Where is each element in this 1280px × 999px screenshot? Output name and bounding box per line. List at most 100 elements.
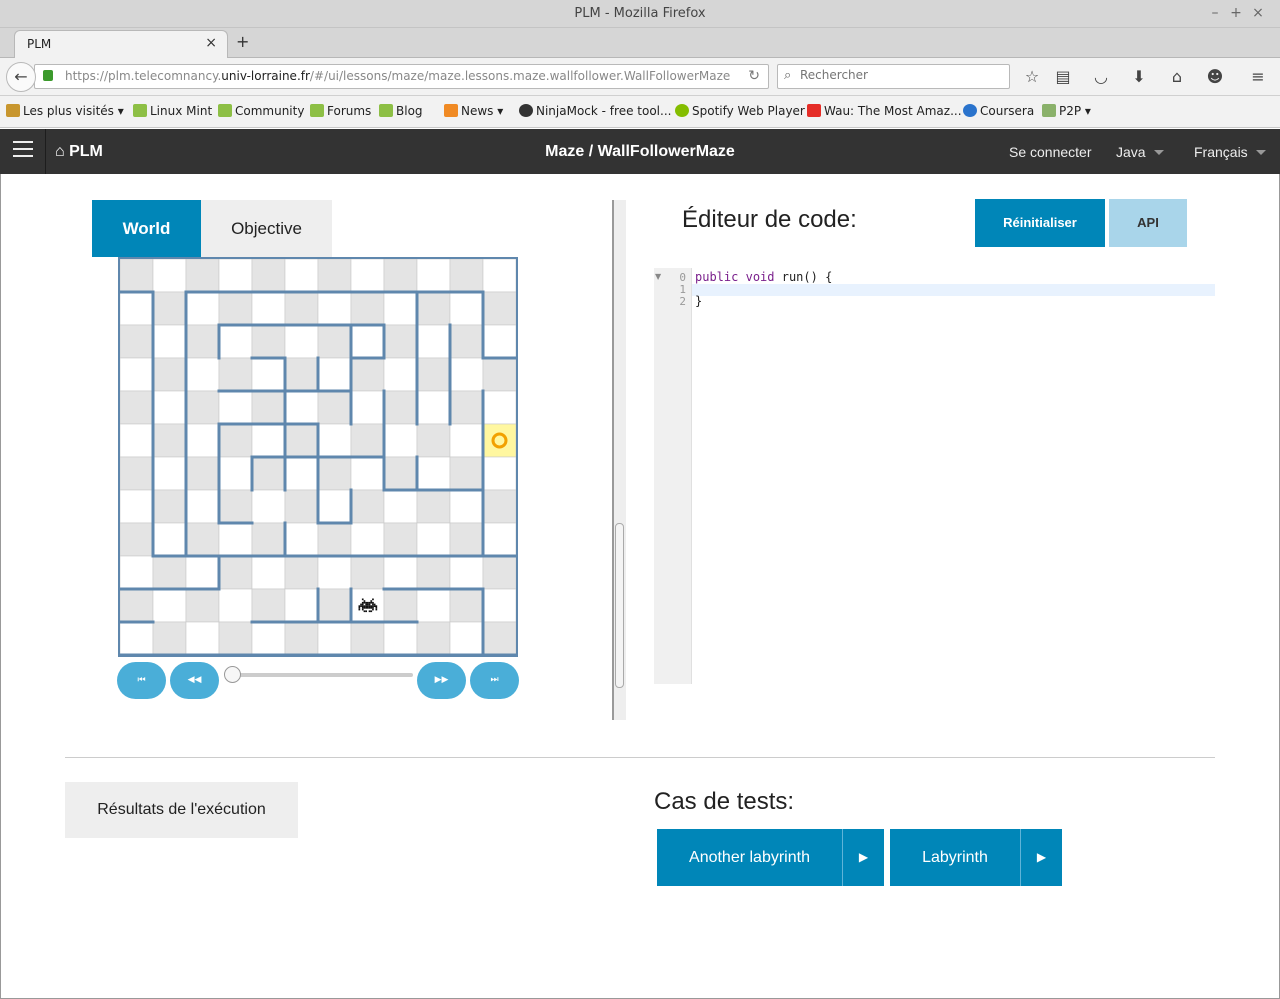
home-icon[interactable]: ⌂ [1166,66,1188,88]
locale-dropdown[interactable]: Français [1194,144,1266,160]
bookmark-item[interactable]: Blog [379,104,423,118]
buggle-pixel [370,600,373,602]
url-bar[interactable]: https://plm.telecomnancy.univ-lorraine.f… [34,64,769,89]
maze-cell [317,588,352,623]
maze-cell [185,423,220,458]
maze-cell [185,357,220,392]
maze-cell [284,522,319,557]
first-step-button[interactable]: ⏮ [117,662,166,699]
maze-cell [152,390,187,425]
maze-cell [251,522,286,557]
maze-cell [251,390,286,425]
maze-cell [152,522,187,557]
bookmark-item[interactable]: Les plus visités ▾ [6,104,124,118]
maze-cell [218,357,253,392]
bookmark-item[interactable]: Coursera [963,104,1034,118]
buggle-pixel [358,607,361,609]
code-editor[interactable]: public void run() { } [692,268,1215,684]
last-step-button[interactable]: ⏭ [470,662,519,699]
maze-cell [218,258,253,293]
buggle-pixel [372,607,374,609]
pocket-icon[interactable]: ◡ [1090,66,1112,88]
fold-arrow-icon[interactable]: ▼ [655,272,661,281]
maze-cell [185,489,220,524]
api-button[interactable]: API [1109,199,1187,247]
maze-cell [185,588,220,623]
hello-icon[interactable]: ☻ [1204,66,1226,88]
browser-tab[interactable]: PLM × [14,30,228,58]
search-box[interactable]: ⌕ [777,64,1010,89]
bookmark-item[interactable]: P2P ▾ [1042,104,1091,118]
maze-cell [449,423,484,458]
test-case-button[interactable]: Another labyrinth ▶ [657,829,884,886]
execution-results-tab[interactable]: Résultats de l'exécution [65,782,298,838]
close-window-icon[interactable]: × [1248,3,1268,23]
bookmark-item[interactable]: NinjaMock - free tool... [519,104,671,118]
buggle-pixel [365,610,367,613]
maze-cell [416,357,451,392]
test-case-label[interactable]: Labyrinth [890,829,1020,886]
line-number: 2 [679,295,686,308]
editor-gutter: ▼ 0 1 2 [654,268,692,684]
maze-cell [185,390,220,425]
vertical-splitter[interactable] [612,200,626,720]
reset-button[interactable]: Réinitialiser [975,199,1105,247]
maze-cell [284,621,319,656]
tab-close-icon[interactable]: × [205,35,217,51]
maze-cell [350,489,385,524]
bookmark-star-icon[interactable]: ☆ [1021,66,1043,88]
previous-step-button[interactable]: ◀◀ [170,662,219,699]
buggle-pixel [370,601,373,604]
minimize-icon[interactable]: – [1205,3,1225,23]
new-tab-icon[interactable]: + [236,32,249,51]
maze-cell [251,621,286,656]
buggle-pixel [358,605,361,607]
maze-cell [152,489,187,524]
maze-cell [284,324,319,359]
buggle-pixel [368,610,371,613]
play-icon[interactable]: ▶ [1020,829,1062,886]
maximize-icon[interactable]: + [1226,3,1246,23]
maze-cell [251,324,286,359]
maze-cell [152,291,187,326]
test-case-label[interactable]: Another labyrinth [657,829,842,886]
language-dropdown[interactable]: Java [1116,144,1164,160]
play-icon[interactable]: ▶ [842,829,884,886]
maze-cell [383,390,418,425]
buggle-pixel [361,608,364,611]
maze-cell [284,291,319,326]
folder-icon [6,104,20,117]
maze-cell [416,522,451,557]
step-slider-handle[interactable] [224,666,241,683]
maze-cell [383,456,418,491]
login-link[interactable]: Se connecter [1009,144,1092,160]
downloads-icon[interactable]: ⬇ [1128,66,1150,88]
bookmark-item[interactable]: News ▾ [444,104,503,118]
bookmark-item[interactable]: Spotify Web Player [675,104,805,118]
code-line: public void run() { [695,270,833,284]
tab-world[interactable]: World [92,200,201,257]
next-step-button[interactable]: ▶▶ [417,662,466,699]
step-slider-track[interactable] [232,673,413,677]
splitter-thumb[interactable] [615,523,624,688]
bookmark-item[interactable]: Forums [310,104,371,118]
maze-cell [218,588,253,623]
menu-icon[interactable]: ≡ [1247,66,1269,88]
back-button[interactable]: ← [6,62,36,92]
maze-cell [482,489,517,524]
maze-cell [317,291,352,326]
maze-cell [284,555,319,590]
maze-cell [218,390,253,425]
buggle-pixel [375,605,378,607]
bookmark-item[interactable]: Wau: The Most Amaz... [807,104,962,118]
bookmark-item[interactable]: Linux Mint [133,104,212,118]
bookmarks-menu-icon[interactable]: ▤ [1052,66,1074,88]
reload-icon[interactable]: ↻ [748,68,760,84]
test-case-button[interactable]: Labyrinth ▶ [890,829,1062,886]
bookmark-item[interactable]: Community [218,104,304,118]
search-input[interactable] [800,68,1000,82]
maze-cell [383,324,418,359]
maze-cell [482,555,517,590]
url-text: https://plm.telecomnancy.univ-lorraine.f… [65,69,731,83]
tab-objective[interactable]: Objective [201,200,332,257]
